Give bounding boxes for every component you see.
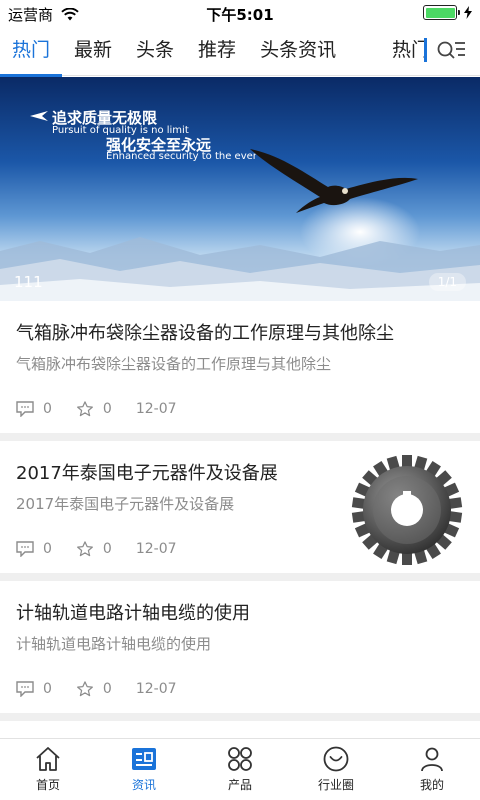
mountain-image [0, 237, 480, 301]
battery-icon [423, 5, 460, 20]
tab-hot-2[interactable]: 热门 [382, 26, 424, 76]
news-title: 计轴轨道电路计轴电缆的使用 [16, 603, 250, 624]
comment-count: 0 [43, 541, 52, 557]
eagle-image [250, 149, 418, 213]
tab-latest[interactable]: 最新 [62, 26, 124, 76]
comment-icon [16, 541, 34, 557]
nav-label: 资讯 [131, 778, 156, 792]
tab-hot[interactable]: 热门 [0, 26, 63, 77]
comment-icon [16, 681, 34, 697]
list-item[interactable]: 计轴轨道电路计轴电缆的使用 计轴轨道电路计轴电缆的使用 0 0 12-07 [0, 581, 480, 721]
tab-headline[interactable]: 头条 [124, 26, 186, 76]
news-date: 12-07 [135, 401, 177, 417]
tab-recommend[interactable]: 推荐 [186, 26, 248, 76]
news-list: 气箱脉冲布袋除尘器设备的工作原理与其他除尘 气箱脉冲布袋除尘器设备的工作原理与其… [0, 301, 480, 721]
star-icon[interactable] [76, 541, 94, 557]
tab-menu-icon[interactable] [436, 38, 466, 64]
star-icon[interactable] [76, 681, 94, 697]
news-desc: 计轴轨道电路计轴电缆的使用 [16, 635, 212, 653]
nav-products[interactable]: 产品 [192, 739, 288, 800]
nav-home[interactable]: 首页 [0, 739, 96, 800]
news-date: 12-07 [135, 541, 177, 557]
banner-caption: 111 [14, 273, 43, 291]
banner-pager: 1/1 [428, 273, 466, 291]
category-tabs: 热门 最新 头条 推荐 头条资讯 热门 [0, 26, 480, 77]
status-bar: 运营商 下午5:01 [0, 0, 480, 26]
news-desc: 气箱脉冲布袋除尘器设备的工作原理与其他除尘 [16, 355, 332, 373]
star-icon[interactable] [76, 401, 94, 417]
news-title: 气箱脉冲布袋除尘器设备的工作原理与其他除尘 [16, 323, 394, 344]
nav-industry-circle[interactable]: 行业圈 [288, 739, 384, 800]
gear-image [351, 455, 463, 565]
bottom-nav: 首页 资讯 产品 行业圈 我的 [0, 738, 480, 800]
news-date: 12-07 [135, 681, 177, 697]
nav-label: 产品 [227, 778, 252, 792]
grid-icon [228, 747, 252, 771]
user-icon [421, 747, 443, 772]
arrow-icon [30, 111, 48, 121]
news-meta: 0 0 12-07 [16, 541, 177, 557]
news-icon [132, 748, 156, 770]
like-count: 0 [102, 681, 112, 697]
status-time: 下午5:01 [206, 6, 274, 24]
list-item[interactable]: 2017年泰国电子元器件及设备展 2017年泰国电子元器件及设备展 0 0 12… [0, 441, 480, 581]
news-desc: 2017年泰国电子元器件及设备展 [16, 495, 235, 513]
news-meta: 0 0 12-07 [16, 401, 177, 417]
smile-icon [323, 746, 349, 772]
tab-divider [424, 38, 427, 62]
nav-label: 我的 [419, 778, 444, 792]
banner-slogan-2-en: Enhanced security to the ever [106, 151, 257, 162]
charging-icon [464, 6, 472, 19]
comment-icon [16, 401, 34, 417]
news-meta: 0 0 12-07 [16, 681, 177, 697]
list-item[interactable]: 气箱脉冲布袋除尘器设备的工作原理与其他除尘 气箱脉冲布袋除尘器设备的工作原理与其… [0, 301, 480, 441]
comment-count: 0 [43, 401, 52, 417]
banner-carousel[interactable]: 追求质量无极限 Pursuit of quality is no limit 强… [0, 77, 480, 301]
comment-count: 0 [43, 681, 52, 697]
like-count: 0 [102, 401, 112, 417]
nav-label: 行业圈 [317, 778, 354, 792]
nav-news[interactable]: 资讯 [96, 739, 192, 800]
tab-headline-news[interactable]: 头条资讯 [248, 26, 348, 76]
home-icon [36, 747, 60, 771]
like-count: 0 [102, 541, 112, 557]
nav-label: 首页 [35, 778, 60, 792]
nav-mine[interactable]: 我的 [384, 739, 480, 800]
news-title: 2017年泰国电子元器件及设备展 [16, 463, 278, 484]
